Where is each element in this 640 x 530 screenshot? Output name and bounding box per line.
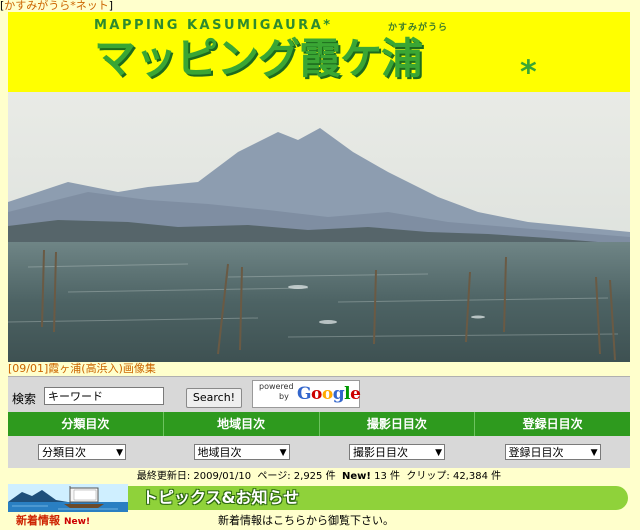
- new-count: 13: [374, 471, 387, 482]
- sailboat-illustration: [8, 484, 128, 512]
- chevron-down-icon: ▼: [116, 448, 123, 458]
- region-index-select[interactable]: 地域目次 ▼: [193, 444, 290, 460]
- category-index-select[interactable]: 分類目次 ▼: [38, 444, 126, 460]
- banner-asterisk: *: [520, 53, 537, 91]
- search-label: 検索: [12, 392, 37, 406]
- nav-header-registered-date: 登録日目次: [522, 417, 583, 431]
- index-nav-selects: 分類目次 ▼ 地域目次 ▼ 撮影日目次 ▼ 登録日目次 ▼: [8, 436, 630, 468]
- lake-photo-image: [8, 92, 630, 362]
- shot-date-index-select[interactable]: 撮影日目次 ▼: [349, 444, 445, 460]
- sailboat-icon: [8, 484, 128, 512]
- search-keyword-input[interactable]: [44, 387, 164, 405]
- search-button[interactable]: Search!: [186, 388, 242, 408]
- chevron-down-icon: ▼: [279, 448, 287, 458]
- lake-photo[interactable]: [8, 92, 630, 362]
- banner-ruby: かすみがうら: [388, 23, 449, 33]
- news-message: 新着情報はこちらから御覧下さい。: [218, 514, 394, 527]
- banner-title-english: MAPPING KASUMIGAURA*: [94, 18, 333, 33]
- banner-title-japanese: マッピング霞ケ浦: [94, 34, 423, 83]
- index-nav-header: 分類目次 地域目次 撮影日目次 登録日目次: [8, 412, 630, 436]
- search-bar: 検索 Search! powered by Google: [8, 376, 630, 413]
- powered-by-google-logo[interactable]: powered by Google: [252, 380, 361, 408]
- photo-caption: [09/01]霞ヶ浦(高浜入)画像集: [8, 362, 630, 376]
- nav-header-shot-date: 撮影日目次: [320, 412, 476, 436]
- google-powered-text: powered: [259, 382, 294, 391]
- site-banner[interactable]: MAPPING KASUMIGAURA* かすみがうら マッピング霞ケ浦 *: [8, 12, 630, 92]
- last-updated-date: 2009/01/10: [193, 471, 252, 482]
- google-by-text: by: [279, 392, 289, 401]
- registered-date-index-select[interactable]: 登録日目次 ▼: [504, 444, 601, 460]
- news-heading[interactable]: 新着情報 New!: [16, 514, 90, 529]
- new-badge: New!: [64, 517, 91, 527]
- chevron-down-icon: ▼: [590, 448, 598, 458]
- google-logo-text: Google: [297, 384, 361, 404]
- page-count: 2,925: [293, 471, 323, 482]
- photo-caption-link[interactable]: [09/01]霞ヶ浦(高浜入)画像集: [8, 362, 156, 375]
- clip-count: 42,384: [452, 471, 488, 482]
- site-home-link[interactable]: かすみがうら*ネット: [4, 0, 109, 12]
- topics-header[interactable]: トピックス&お知らせ: [8, 484, 630, 512]
- top-site-link-bar: [かすみがうら*ネット]: [0, 0, 640, 12]
- nav-header-category: 分類目次: [8, 412, 164, 436]
- site-stats: 最終更新日: 2009/01/10 ページ: 2,925 件 New! 13 件…: [136, 471, 502, 482]
- nav-header-region: 地域目次: [164, 412, 320, 436]
- new-label: New!: [341, 471, 371, 482]
- topics-title: トピックス&お知らせ: [142, 488, 300, 507]
- chevron-down-icon: ▼: [435, 448, 442, 458]
- bracket-close: ]: [108, 0, 114, 12]
- news-row: 新着情報 New! 新着情報はこちらから御覧下さい。: [8, 514, 630, 530]
